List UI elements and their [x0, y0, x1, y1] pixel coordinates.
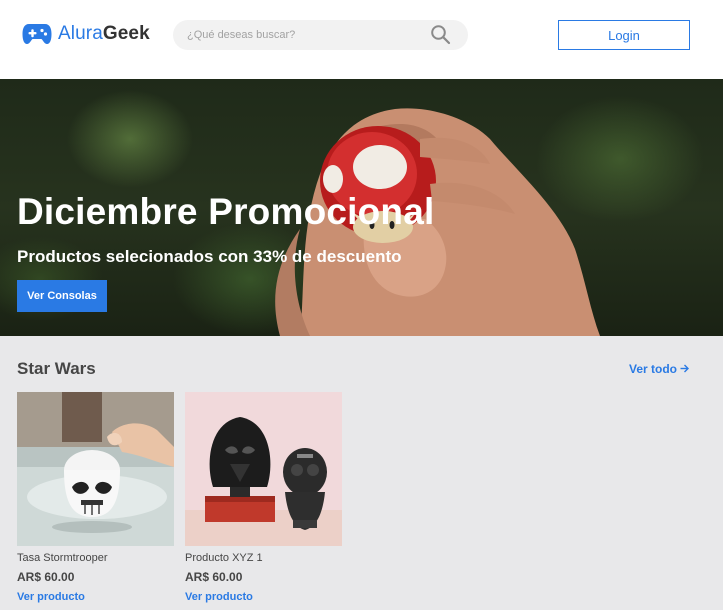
see-all-link[interactable]: Ver todo [629, 362, 690, 376]
view-product-link[interactable]: Ver producto [17, 591, 174, 603]
site-header: AluraGeek Login [0, 0, 723, 79]
see-all-label: Ver todo [629, 362, 678, 376]
view-product-link[interactable]: Ver producto [185, 591, 342, 603]
product-name: Tasa Stormtrooper [17, 552, 108, 564]
product-image[interactable] [185, 392, 342, 546]
product-price: AR$ 60.00 [17, 570, 75, 584]
section-title: Star Wars [17, 359, 96, 378]
hero-subtitle: Productos selecionados con 33% de descue… [17, 247, 402, 266]
login-button[interactable]: Login [558, 20, 690, 50]
hero-title: Diciembre Promocional [17, 191, 435, 232]
product-name: Producto XYZ 1 [185, 552, 263, 564]
logo-text: AluraGeek [58, 23, 150, 45]
logo-text-geek: Geek [102, 23, 150, 44]
logo[interactable]: AluraGeek [22, 22, 150, 46]
logo-text-alura: Alura [58, 23, 103, 44]
search-bar [173, 20, 468, 50]
product-price: AR$ 60.00 [185, 570, 243, 584]
product-image[interactable] [17, 392, 174, 546]
product-card: Tasa Stormtrooper AR$ 60.00 Ver producto [17, 392, 174, 603]
ver-consolas-button[interactable]: Ver Consolas [17, 280, 107, 312]
search-input[interactable] [187, 26, 427, 44]
hero-banner: Diciembre Promocional Productos selecion… [0, 79, 723, 336]
gamepad-icon [22, 23, 52, 45]
product-card: Producto XYZ 1 AR$ 60.00 Ver producto [185, 392, 342, 603]
arrow-right-icon [677, 362, 690, 376]
search-icon[interactable] [430, 24, 452, 46]
